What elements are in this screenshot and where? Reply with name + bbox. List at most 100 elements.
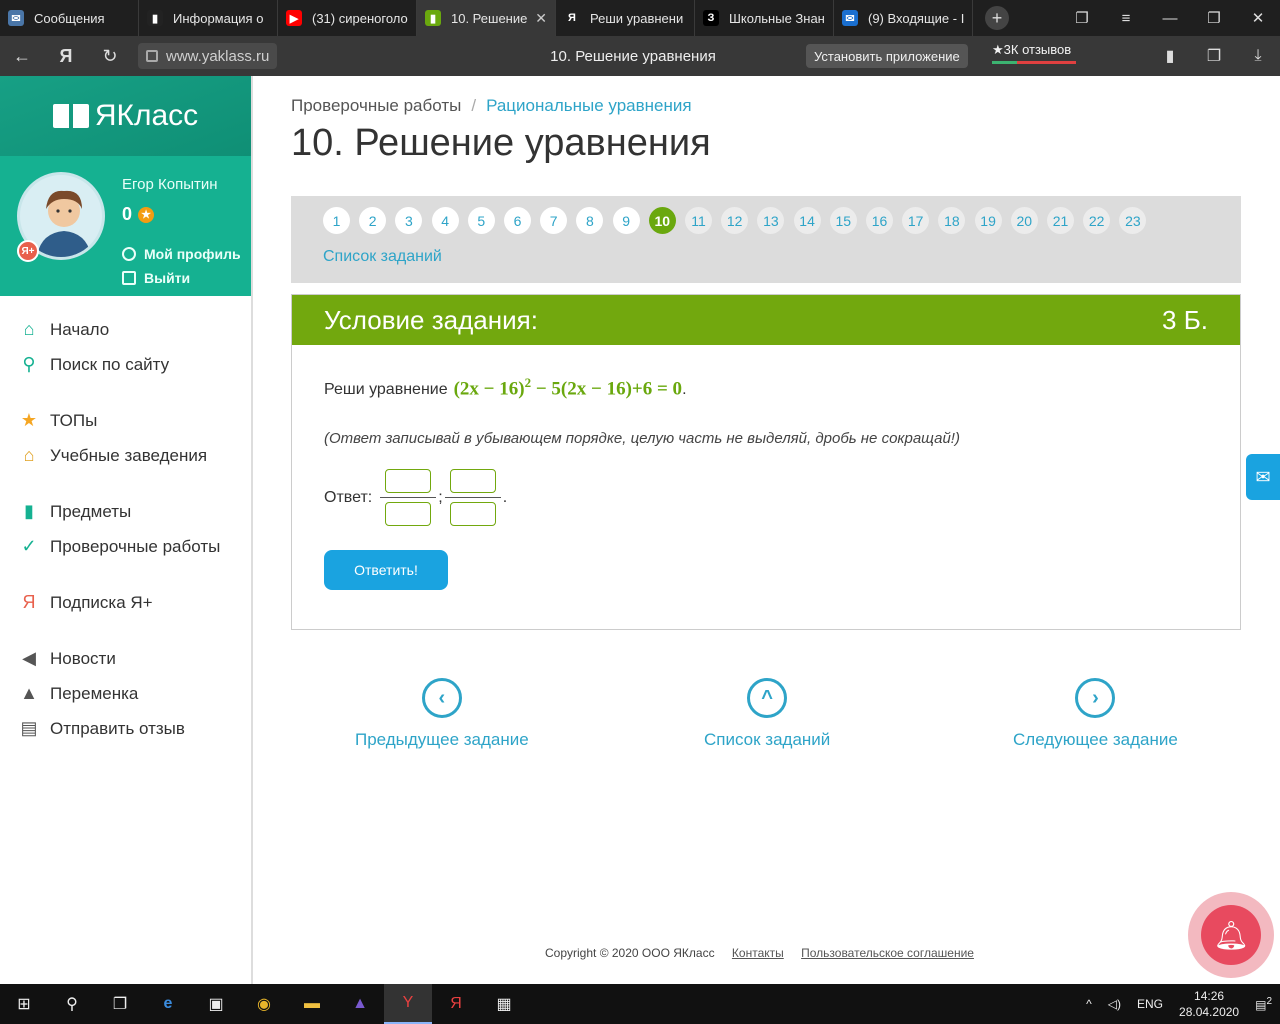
page-number-2[interactable]: 2 bbox=[359, 207, 387, 234]
browser-tab[interactable]: ▮ Информация о bbox=[139, 0, 278, 36]
page-number-4[interactable]: 4 bbox=[431, 207, 459, 234]
numerator-input-2[interactable] bbox=[449, 469, 496, 494]
page-number-15[interactable]: 15 bbox=[829, 207, 857, 234]
sidebar-item-break[interactable]: ▲ Переменка bbox=[0, 676, 251, 711]
notifications-icon[interactable]: ▤2 bbox=[1255, 996, 1272, 1012]
agreement-link[interactable]: Пользовательское соглашение bbox=[801, 946, 974, 960]
page-number-1[interactable]: 1 bbox=[323, 207, 350, 234]
browser-tab[interactable]: З Школьные Знан bbox=[695, 0, 834, 36]
submit-answer-button[interactable]: Ответить! bbox=[324, 550, 448, 591]
tab-title: (31) сиреноголо bbox=[312, 10, 408, 26]
bookmark-icon[interactable]: ▮ bbox=[1148, 46, 1192, 66]
download-icon[interactable]: ⤓ bbox=[1236, 47, 1280, 65]
clock[interactable]: 14:26 28.04.2020 bbox=[1179, 988, 1239, 1020]
page-number-12[interactable]: 12 bbox=[721, 207, 749, 234]
store-icon[interactable]: ▣ bbox=[192, 984, 240, 1024]
tray-expand-icon[interactable]: ^ bbox=[1086, 997, 1092, 1011]
page-number-7[interactable]: 7 bbox=[540, 207, 568, 234]
my-profile-label: Мой профиль bbox=[144, 246, 241, 262]
task-list-link[interactable]: Список заданий bbox=[323, 248, 442, 266]
tab-favicon-icon: ▮ bbox=[425, 10, 441, 26]
volume-icon[interactable]: ◁) bbox=[1108, 997, 1121, 1011]
breadcrumb-current[interactable]: Рациональные уравнения bbox=[486, 96, 692, 115]
edge-icon[interactable]: e bbox=[144, 984, 192, 1024]
previous-task-link[interactable]: ‹ Предыдущее задание bbox=[355, 678, 529, 750]
tab-title: Сообщения bbox=[34, 10, 105, 26]
page-number-19[interactable]: 19 bbox=[974, 207, 1002, 234]
windows-start-icon[interactable]: ⊞ bbox=[0, 984, 48, 1024]
sidebar-item-search[interactable]: ⚲ Поиск по сайту bbox=[0, 347, 251, 382]
page-number-11[interactable]: 11 bbox=[685, 207, 712, 234]
reviews-button[interactable]: ★3К отзывов bbox=[992, 42, 1076, 64]
url-field[interactable]: www.yaklass.ru bbox=[138, 43, 278, 69]
sidebar-item-news[interactable]: ◀ Новости bbox=[0, 641, 251, 676]
schools-icon: ⌂ bbox=[23, 445, 35, 465]
page-number-17[interactable]: 17 bbox=[902, 207, 930, 234]
language-indicator[interactable]: ENG bbox=[1137, 997, 1163, 1011]
sidebar-item-subjects[interactable]: ▮ Предметы bbox=[0, 494, 251, 529]
sidebar-item-label: Поиск по сайту bbox=[50, 354, 170, 374]
install-app-button[interactable]: Установить приложение bbox=[806, 44, 968, 68]
yandex-browser-icon[interactable]: Y bbox=[384, 984, 432, 1024]
folder-icon[interactable]: ▬ bbox=[288, 984, 336, 1024]
page-number-13[interactable]: 13 bbox=[757, 207, 785, 234]
feedback-mail-icon[interactable]: ✉ bbox=[1246, 454, 1280, 500]
page-number-20[interactable]: 20 bbox=[1010, 207, 1038, 234]
page-number-14[interactable]: 14 bbox=[793, 207, 821, 234]
yandex-icon[interactable]: Я bbox=[432, 984, 480, 1024]
browser-tab[interactable]: ▶ (31) сиреноголо bbox=[278, 0, 417, 36]
task-list-nav-link[interactable]: ^ Список заданий bbox=[704, 678, 830, 750]
back-icon[interactable]: ← bbox=[0, 46, 44, 67]
notification-bell-button[interactable]: 🔔︎ bbox=[1188, 892, 1274, 978]
page-number-18[interactable]: 18 bbox=[938, 207, 966, 234]
chrome-icon[interactable]: ◉ bbox=[240, 984, 288, 1024]
minimize-icon[interactable]: — bbox=[1148, 10, 1192, 27]
sidebar-item-schools[interactable]: ⌂ Учебные заведения bbox=[0, 438, 251, 473]
page-number-21[interactable]: 21 bbox=[1047, 207, 1074, 234]
photo-app-icon[interactable]: ▦ bbox=[480, 984, 528, 1024]
site-logo[interactable]: ЯКласс bbox=[0, 76, 251, 156]
sidebar-item-tests[interactable]: ✓ Проверочные работы bbox=[0, 529, 251, 564]
contacts-link[interactable]: Контакты bbox=[732, 946, 784, 960]
page-number-10[interactable]: 10 bbox=[648, 207, 676, 234]
logout-link[interactable]: Выйти bbox=[122, 270, 190, 286]
task-list-nav-label: Список заданий bbox=[704, 730, 831, 749]
previous-task-label: Предыдущее задание bbox=[355, 730, 529, 749]
close-window-icon[interactable]: ✕ bbox=[1236, 9, 1280, 27]
page-number-22[interactable]: 22 bbox=[1083, 207, 1111, 234]
collections-icon[interactable]: ❐ bbox=[1192, 46, 1236, 66]
sidebar-item-tops[interactable]: ★ ТОПы bbox=[0, 403, 251, 438]
page-number-3[interactable]: 3 bbox=[395, 207, 423, 234]
tab-list-icon[interactable]: ❐ bbox=[1060, 9, 1104, 27]
browser-tab[interactable]: ✉ Сообщения bbox=[0, 0, 139, 36]
next-task-link[interactable]: › Следующее задание bbox=[1013, 678, 1178, 750]
task-view-icon[interactable]: ❐ bbox=[96, 984, 144, 1024]
logout-icon bbox=[122, 271, 136, 285]
restore-icon[interactable]: ❐ bbox=[1192, 9, 1236, 27]
page-number-16[interactable]: 16 bbox=[866, 207, 893, 234]
app-icon[interactable]: ▲ bbox=[336, 984, 384, 1024]
search-icon[interactable]: ⚲ bbox=[48, 984, 96, 1024]
browser-tab[interactable]: Я Реши уравнени bbox=[556, 0, 695, 36]
page-number-6[interactable]: 6 bbox=[504, 207, 531, 234]
menu-icon[interactable]: ≡ bbox=[1104, 10, 1148, 27]
page-number-23[interactable]: 23 bbox=[1119, 207, 1147, 234]
page-number-8[interactable]: 8 bbox=[576, 207, 604, 234]
browser-tab[interactable]: ✉ (9) Входящие - I bbox=[834, 0, 973, 36]
sidebar-item-home[interactable]: ⌂ Начало bbox=[0, 312, 251, 347]
sidebar-item-subscription[interactable]: Я Подписка Я+ bbox=[0, 585, 251, 620]
tab-favicon-icon: ✉ bbox=[8, 10, 24, 26]
sidebar-item-feedback[interactable]: ▤ Отправить отзыв bbox=[0, 711, 251, 746]
my-profile-link[interactable]: Мой профиль bbox=[122, 246, 241, 262]
reload-icon[interactable]: ↻ bbox=[88, 46, 132, 67]
browser-tab[interactable]: ▮ 10. Решение ✕ bbox=[417, 0, 556, 36]
yandex-home-icon[interactable]: Я bbox=[44, 46, 88, 67]
denominator-input-1[interactable] bbox=[385, 502, 432, 527]
denominator-input-2[interactable] bbox=[449, 502, 496, 527]
breadcrumb-root[interactable]: Проверочные работы bbox=[291, 96, 461, 115]
page-number-9[interactable]: 9 bbox=[612, 207, 640, 234]
numerator-input-1[interactable] bbox=[385, 469, 432, 494]
new-tab-icon[interactable]: + bbox=[985, 6, 1009, 30]
page-number-5[interactable]: 5 bbox=[467, 207, 495, 234]
close-tab-icon[interactable]: ✕ bbox=[535, 10, 547, 27]
